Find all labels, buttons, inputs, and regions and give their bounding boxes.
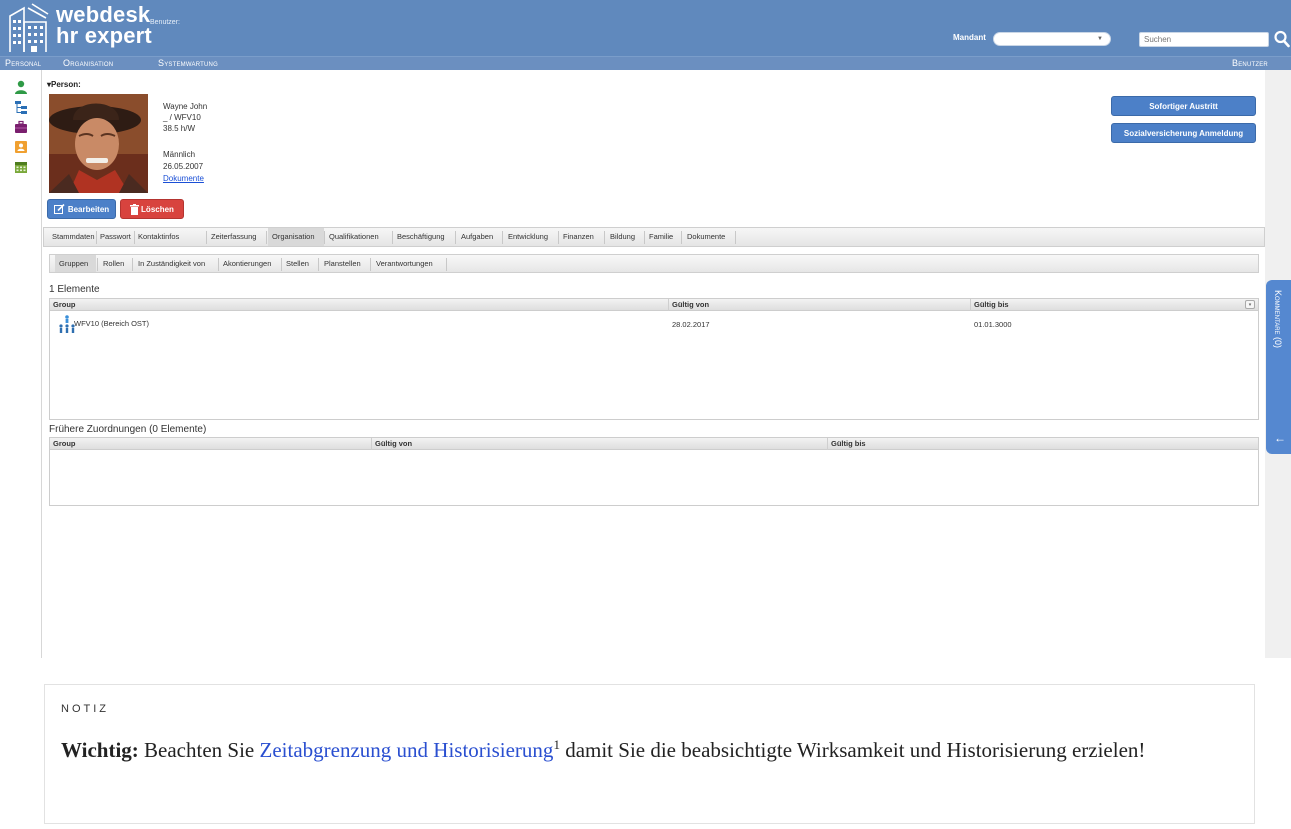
tab-organisation[interactable]: Organisation	[272, 232, 315, 241]
main-tabs: Stammdaten Passwort Kontaktinfos Zeiterf…	[43, 227, 1265, 247]
person-id: _ / WFV10	[163, 113, 201, 122]
column-header-valid-to[interactable]: Gültig bis	[831, 439, 866, 448]
column-header-valid-from[interactable]: Gültig von	[672, 300, 709, 309]
note-text: Wichtig: Beachten Sie Zeitabgrenzung und…	[61, 730, 1161, 765]
mandant-select[interactable]: ▼	[993, 32, 1111, 46]
person-photo	[49, 94, 148, 193]
user-label: Benutzer:	[150, 19, 180, 26]
edit-button[interactable]: Bearbeiten	[47, 199, 116, 219]
note-box: NOTIZ Wichtig: Beachten Sie Zeitabgrenzu…	[44, 684, 1255, 824]
delete-button[interactable]: Löschen	[120, 199, 184, 219]
side-icon-bar	[0, 70, 42, 658]
note-post: damit Sie die beabsichtigte Wirksamkeit …	[565, 738, 1146, 762]
app-name: webdesk hr expert	[56, 2, 152, 48]
main-menu: Personal Organisation Systemwartung Benu…	[0, 56, 1291, 70]
immediate-exit-button[interactable]: Sofortiger Austritt	[1111, 96, 1256, 116]
previous-count: Frühere Zuordnungen (0 Elemente)	[49, 424, 207, 435]
row-valid-from: 28.02.2017	[672, 320, 710, 329]
tab-passwort[interactable]: Passwort	[100, 232, 131, 241]
tab-dokumente[interactable]: Dokumente	[687, 232, 725, 241]
app-name-line2: hr expert	[56, 23, 152, 48]
tab-bildung[interactable]: Bildung	[610, 232, 635, 241]
app-name-line1: webdesk	[56, 2, 151, 27]
subtab-gruppen[interactable]: Gruppen	[59, 259, 88, 268]
search-icon[interactable]	[1274, 30, 1290, 48]
tab-entwicklung[interactable]: Entwicklung	[508, 232, 548, 241]
menu-organisation[interactable]: Organisation	[63, 58, 113, 68]
menu-personal[interactable]: Personal	[5, 58, 41, 68]
person-section-label: Person:	[51, 80, 81, 89]
sub-tabs: Gruppen Rollen In Zuständigkeit von Akon…	[49, 254, 1259, 273]
menu-systemwartung[interactable]: Systemwartung	[158, 58, 218, 68]
person-date: 26.05.2007	[163, 162, 204, 171]
calendar-icon[interactable]	[14, 160, 28, 174]
org-tree-icon[interactable]	[14, 100, 28, 114]
documents-link[interactable]: Dokumente	[163, 174, 204, 183]
comments-label: Kommentare (0)	[1273, 290, 1283, 349]
comments-tab[interactable]: Kommentare (0) ←	[1266, 280, 1291, 454]
person-hours: 38.5 h/W	[163, 124, 196, 133]
tab-stammdaten[interactable]: Stammdaten	[52, 232, 95, 241]
column-header-valid-from[interactable]: Gültig von	[375, 439, 412, 448]
mandant-label: Mandant	[953, 33, 986, 42]
social-insurance-button[interactable]: Sozialversicherung Anmeldung	[1111, 123, 1256, 143]
tab-beschaeftigung[interactable]: Beschäftigung	[397, 232, 445, 241]
previous-assignments-table: Group Gültig von Gültig bis	[49, 437, 1259, 506]
person-icon[interactable]	[14, 80, 28, 94]
footnote-marker[interactable]: 1	[553, 737, 560, 752]
tab-qualifikationen[interactable]: Qualifikationen	[329, 232, 379, 241]
tab-finanzen[interactable]: Finanzen	[563, 232, 594, 241]
table-header: Group Gültig von Gültig bis ▾	[50, 299, 1258, 311]
menu-benutzer[interactable]: Benutzer	[1232, 58, 1268, 68]
table-row[interactable]: WFV10 (Bereich OST) 28.02.2017 01.01.300…	[50, 313, 1258, 337]
subtab-rollen[interactable]: Rollen	[103, 259, 124, 268]
subtab-stellen[interactable]: Stellen	[286, 259, 309, 268]
table-header: Group Gültig von Gültig bis	[50, 438, 1258, 450]
person-gender: Männlich	[163, 150, 196, 159]
subtab-zustaendigkeit[interactable]: In Zuständigkeit von	[138, 259, 205, 268]
search-input[interactable]	[1139, 32, 1269, 47]
delete-button-label: Löschen	[141, 204, 174, 214]
person-section-header[interactable]: ▾Person:	[47, 80, 81, 89]
building-logo-icon	[9, 3, 49, 52]
edit-button-label: Bearbeiten	[67, 204, 110, 214]
subtab-verantwortungen[interactable]: Verantwortungen	[376, 259, 433, 268]
top-header: webdesk hr expert Benutzer: Mandant ▼	[0, 0, 1291, 56]
column-header-valid-to[interactable]: Gültig bis	[974, 300, 1009, 309]
tab-familie[interactable]: Familie	[649, 232, 673, 241]
tab-kontaktinfos[interactable]: Kontaktinfos	[138, 232, 179, 241]
column-menu-icon[interactable]: ▾	[1245, 300, 1255, 309]
trash-icon	[130, 203, 140, 215]
note-bold: Wichtig:	[61, 738, 139, 762]
edit-icon	[53, 204, 65, 214]
note-pre: Beachten Sie	[144, 738, 255, 762]
historisierung-link[interactable]: Zeitabgrenzung und Historisierung	[260, 738, 554, 762]
subtab-akontierungen[interactable]: Akontierungen	[223, 259, 271, 268]
row-valid-to: 01.01.3000	[974, 320, 1012, 329]
tab-aufgaben[interactable]: Aufgaben	[461, 232, 493, 241]
current-count: 1 Elemente	[49, 284, 100, 295]
briefcase-icon[interactable]	[14, 120, 28, 134]
person-name: Wayne John	[163, 102, 208, 111]
tab-zeiterfassung[interactable]: Zeiterfassung	[211, 232, 256, 241]
row-group: WFV10 (Bereich OST)	[74, 319, 150, 328]
arrow-left-icon[interactable]: ←	[1274, 431, 1286, 445]
current-groups-table: Group Gültig von Gültig bis ▾ WFV10 (Ber…	[49, 298, 1259, 420]
column-header-group[interactable]: Group	[53, 300, 76, 309]
contact-card-icon[interactable]	[14, 140, 28, 154]
note-label: NOTIZ	[61, 703, 109, 715]
column-header-group[interactable]: Group	[53, 439, 76, 448]
subtab-planstellen[interactable]: Planstellen	[324, 259, 361, 268]
chevron-down-icon: ▼	[1097, 36, 1103, 42]
